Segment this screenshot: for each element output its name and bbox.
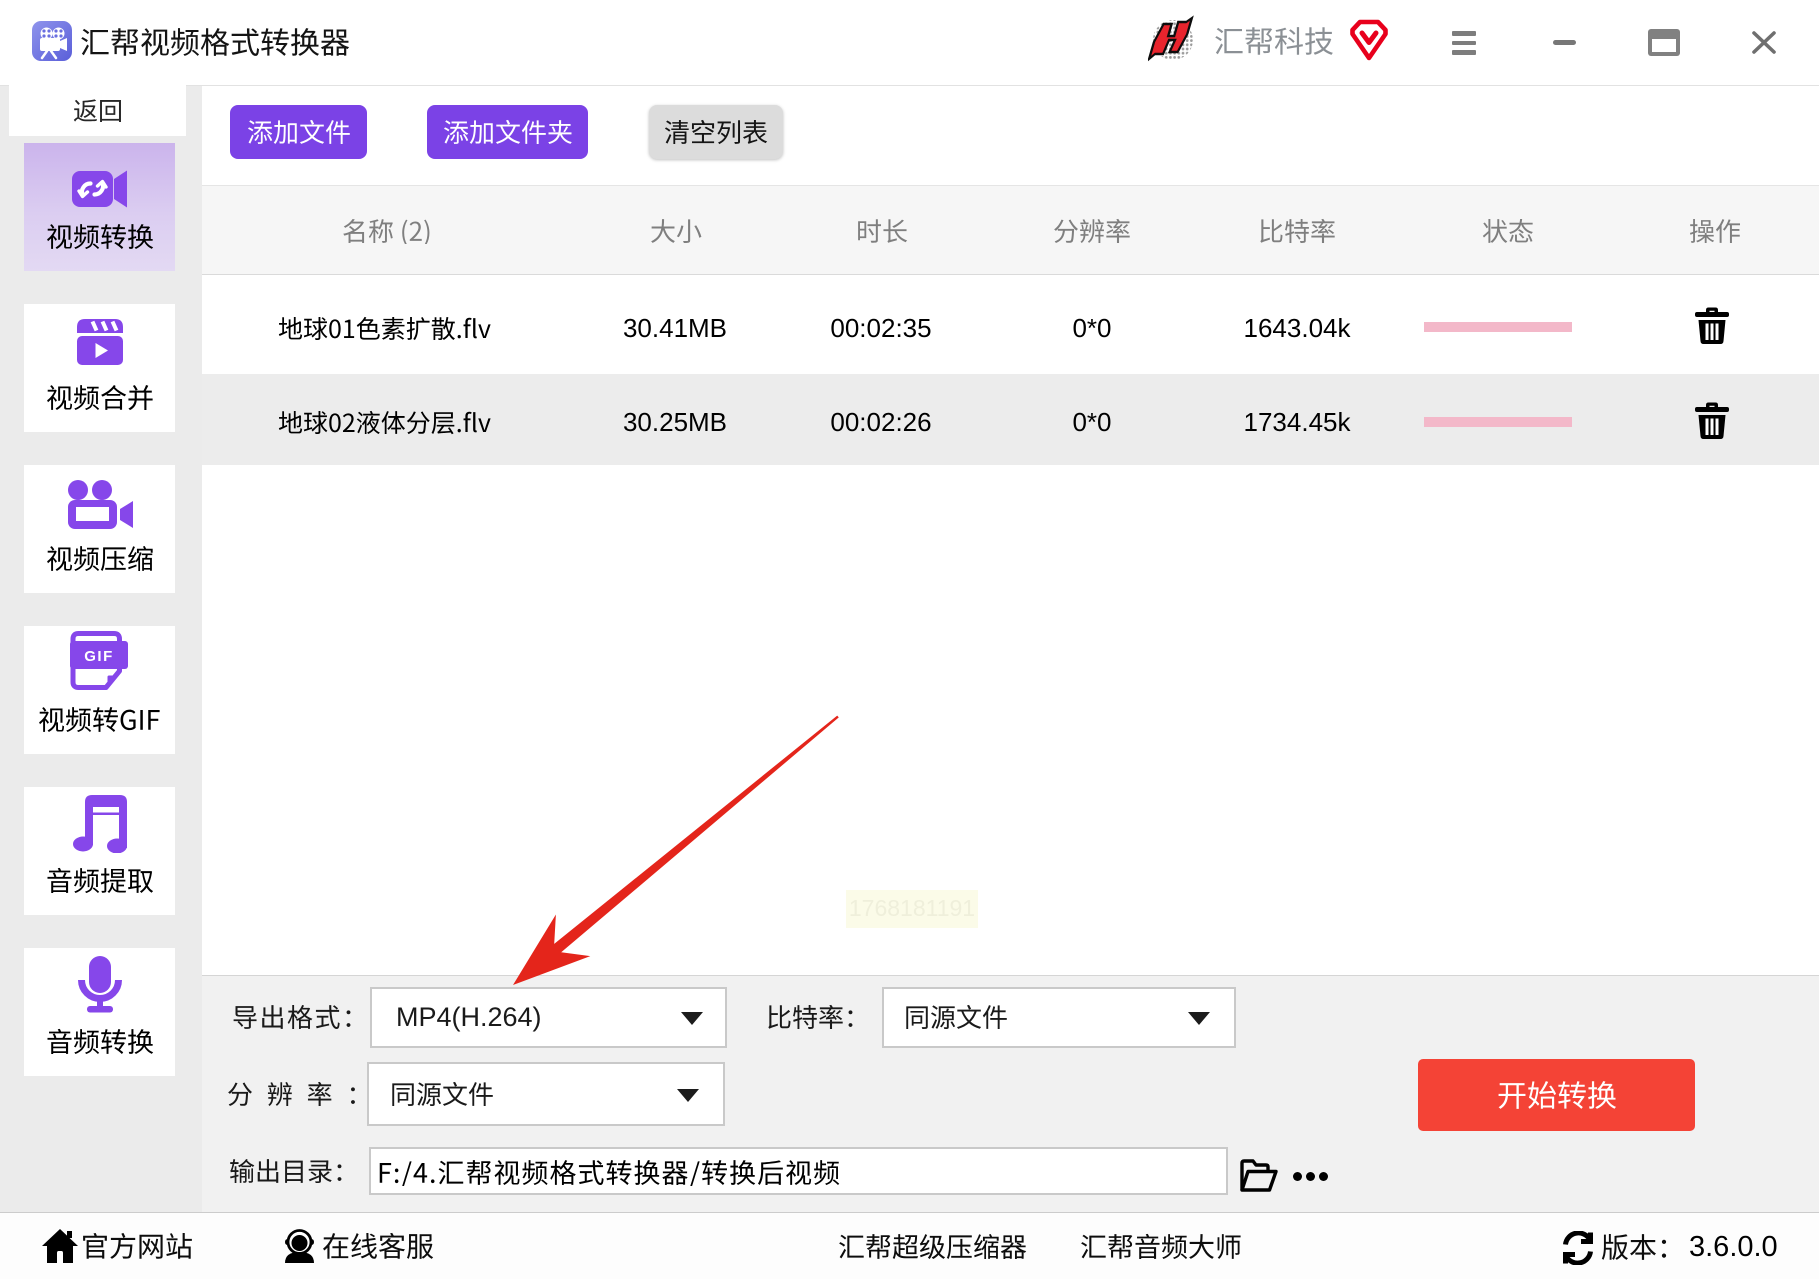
svg-text:GIF: GIF	[84, 648, 114, 665]
